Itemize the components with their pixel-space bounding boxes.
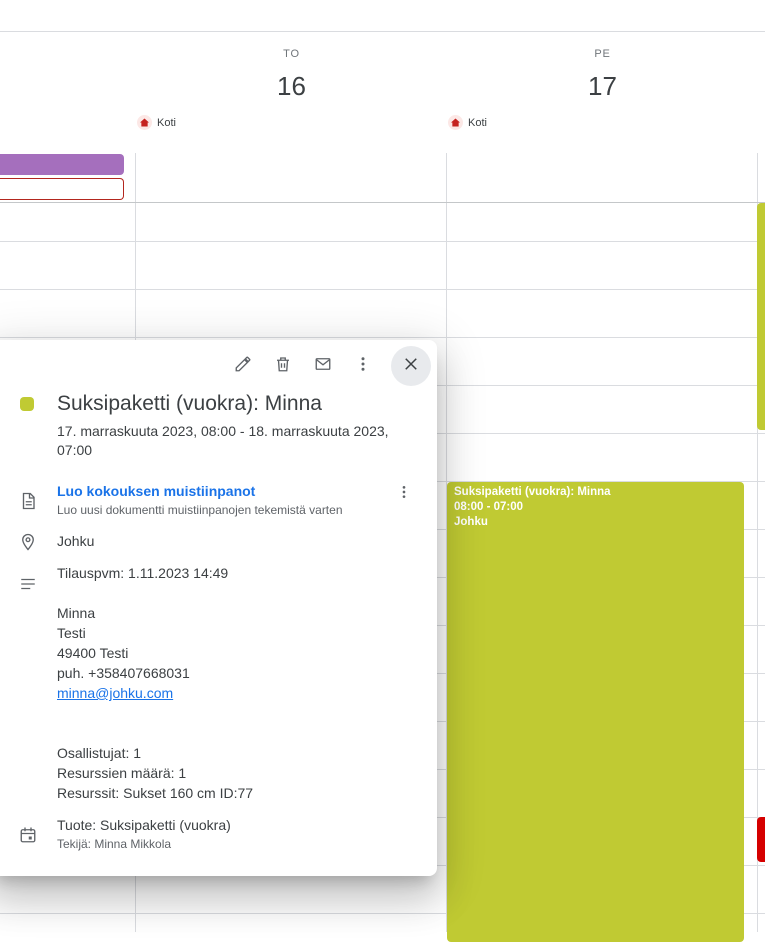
home-icon bbox=[448, 115, 463, 130]
customer-email-link[interactable]: minna@johku.com bbox=[57, 685, 173, 701]
day-of-week: PE bbox=[594, 48, 611, 60]
document-icon bbox=[17, 490, 39, 512]
hour-line bbox=[0, 289, 765, 290]
event-datetime: 17. marraskuuta 2023, 08:00 - 18. marras… bbox=[57, 423, 389, 458]
day-number[interactable]: 16 bbox=[136, 71, 447, 102]
event-creator: Tekijä: Minna Mikkola bbox=[57, 837, 172, 851]
all-day-divider bbox=[0, 202, 765, 203]
event-title: Suksipaketti (vuokra): Minna bbox=[57, 392, 322, 415]
mail-icon bbox=[314, 355, 332, 378]
top-bar bbox=[0, 0, 765, 32]
event-block-partial-red[interactable] bbox=[757, 817, 765, 862]
location-label: Koti bbox=[157, 116, 176, 129]
trash-icon bbox=[274, 355, 292, 378]
notes-more-button[interactable] bbox=[384, 474, 424, 514]
day-header-thursday[interactable]: TO 16 Koti bbox=[136, 31, 447, 153]
event-block-suksipaketti[interactable]: Suksipaketti (vuokra): Minna 08:00 - 07:… bbox=[447, 482, 744, 942]
event-time: 08:00 - 07:00 bbox=[454, 501, 524, 513]
event-title: Suksipaketti (vuokra): Minna bbox=[454, 486, 611, 498]
all-day-event-chip[interactable] bbox=[0, 154, 124, 175]
event-location: Johku bbox=[454, 516, 488, 528]
delete-button[interactable] bbox=[263, 346, 303, 386]
day-of-week: TO bbox=[283, 48, 300, 60]
event-details-popup: Suksipaketti (vuokra): Minna 17. marrask… bbox=[0, 340, 437, 876]
calendar-color-swatch bbox=[20, 397, 34, 411]
event-location: Johku bbox=[57, 533, 95, 549]
hour-line bbox=[0, 337, 765, 338]
customer-phone: puh. +358407668031 bbox=[57, 665, 190, 681]
calendar-label: Tuote: Suksipaketti (vuokra) bbox=[57, 817, 231, 833]
close-icon bbox=[402, 355, 420, 378]
edit-button[interactable] bbox=[223, 346, 263, 386]
customer-street: Testi bbox=[57, 625, 86, 641]
all-day-event-chip-outlined[interactable] bbox=[0, 178, 124, 200]
email-guests-button[interactable] bbox=[303, 346, 343, 386]
meeting-notes-description: Luo uusi dokumentti muistiinpanojen teke… bbox=[57, 503, 343, 517]
order-date: Tilauspvm: 1.11.2023 14:49 bbox=[57, 565, 229, 581]
more-vert-icon bbox=[396, 484, 412, 505]
day-number[interactable]: 17 bbox=[447, 71, 758, 102]
calendar-icon bbox=[17, 824, 39, 846]
participants: Osallistujat: 1 bbox=[57, 745, 142, 761]
event-block-partial[interactable] bbox=[757, 203, 765, 430]
resource-count: Resurssien määrä: 1 bbox=[57, 765, 187, 781]
resources: Resurssit: Sukset 160 cm ID:77 bbox=[57, 785, 254, 801]
working-location[interactable]: Koti bbox=[137, 115, 176, 130]
working-location[interactable]: Koti bbox=[448, 115, 487, 130]
more-options-button[interactable] bbox=[343, 346, 383, 386]
location-pin-icon bbox=[17, 531, 39, 553]
customer-name: Minna bbox=[57, 605, 96, 621]
day-header-friday[interactable]: PE 17 Koti bbox=[447, 31, 758, 153]
hour-line bbox=[0, 241, 765, 242]
location-label: Koti bbox=[468, 116, 487, 129]
customer-postal: 49400 Testi bbox=[57, 645, 129, 661]
more-vert-icon bbox=[354, 355, 372, 378]
close-button[interactable] bbox=[391, 346, 431, 386]
create-meeting-notes-link[interactable]: Luo kokouksen muistiinpanot bbox=[57, 483, 255, 499]
pencil-icon bbox=[234, 355, 252, 378]
description-icon bbox=[17, 573, 39, 595]
home-icon bbox=[137, 115, 152, 130]
